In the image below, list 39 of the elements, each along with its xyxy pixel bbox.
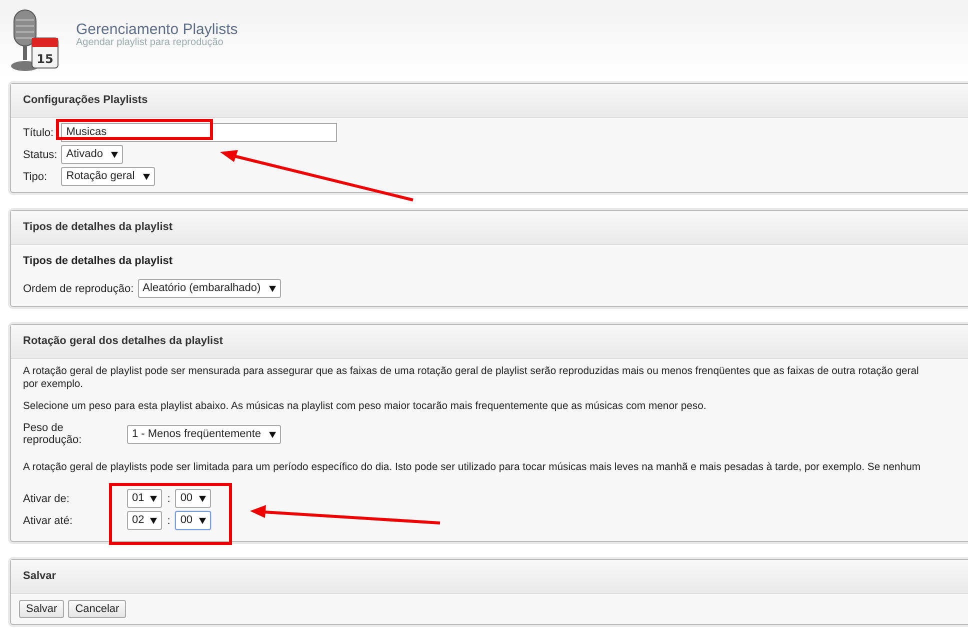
form-button[interactable]: Cancelar: [68, 600, 126, 618]
field-label: Status:: [23, 148, 58, 160]
dropdown[interactable]: Aleatório (embaralhado): [138, 279, 281, 298]
caret-icon: [198, 495, 206, 502]
caret-icon: [150, 517, 158, 524]
caret-icon: [142, 173, 150, 180]
dropdown[interactable]: Rotação geral: [61, 167, 155, 186]
minute-dropdown[interactable]: 00: [175, 489, 211, 508]
caret-icon: [198, 517, 206, 524]
hour-dropdown[interactable]: 02: [127, 511, 162, 530]
field-label: Título:: [23, 126, 54, 138]
caret-icon: [269, 430, 276, 438]
dropdown[interactable]: 1 - Menos freqüentemente: [127, 424, 282, 444]
form-button[interactable]: Salvar: [19, 600, 64, 618]
field-label: Ordem de reprodução:: [23, 282, 134, 294]
section-heading: Tipos de detalhes da playlist: [23, 254, 174, 267]
hour-dropdown[interactable]: 01: [127, 489, 162, 508]
caret-icon: [150, 495, 158, 502]
time-separator: :: [167, 492, 170, 504]
page-subtitle: Agendar playlist para reprodução: [76, 38, 224, 48]
description-text: Selecione um peso para esta playlist abaixo. As músicas na playlist com peso maior tocarão mais frequentemente que as músicas com menor peso.: [23, 400, 708, 413]
field-label: Peso de reprodução:: [23, 422, 83, 446]
panel-title: Configurações Playlists: [11, 84, 968, 118]
page-title: Gerenciamento Playlists: [76, 22, 238, 38]
caret-icon: [110, 151, 118, 158]
description-text: A rotação geral de playlists pode ser limitada para um período específico do dia. Isto pode ser utilizado para tocar músicas mais leves na manhã e mais pesadas à tarde, por exemplo. Se nenhum: [23, 461, 922, 474]
description-text: por exemplo.: [23, 378, 84, 391]
panel-title: Salvar: [11, 560, 968, 594]
minute-dropdown[interactable]: 00: [175, 511, 211, 530]
description-text: A rotação geral de playlist pode ser mensurada para assegurar que as faixas de uma rotação geral de playlist serão reproduzidas mais ou menos frenqüentes que as faixas de outra rotação geral: [23, 365, 920, 378]
field-label: Tipo:: [23, 170, 48, 182]
panel-title: Rotação geral dos detalhes da playlist: [11, 325, 968, 359]
title-input[interactable]: Musicas: [61, 123, 338, 142]
panel-title: Tipos de detalhes da playlist: [11, 211, 968, 245]
field-label: Ativar até:: [23, 514, 74, 526]
time-separator: :: [167, 514, 170, 526]
dropdown[interactable]: Ativado: [61, 145, 123, 164]
field-label: Ativar de:: [23, 492, 70, 504]
caret-icon: [268, 285, 276, 292]
